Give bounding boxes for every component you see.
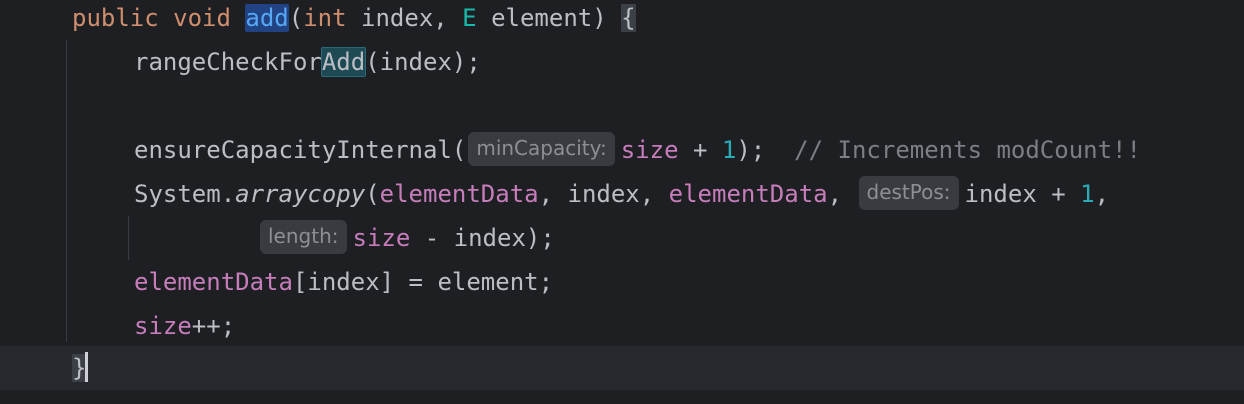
paren-open: (: [288, 4, 304, 32]
field-element-data: elementData: [379, 180, 539, 208]
param-element: element): [476, 4, 622, 32]
code-line-8[interactable]: size++;: [0, 304, 1244, 348]
param-hint-min-capacity: minCapacity:: [468, 132, 615, 166]
method-arraycopy: arraycopy: [235, 180, 366, 208]
arg-trailing-comma: ,: [1094, 180, 1110, 208]
assignment-rest: [index] = element;: [292, 268, 554, 296]
code-line-6[interactable]: length: size - index);: [0, 216, 1244, 260]
field-element-data-2: elementData: [668, 180, 828, 208]
number-literal: 1: [1080, 180, 1095, 208]
code-line-7[interactable]: elementData[index] = element;: [0, 260, 1244, 304]
field-size: size: [352, 224, 411, 252]
text-caret: [85, 352, 89, 382]
increment-op: ++;: [191, 312, 236, 340]
keyword-int: int: [303, 4, 347, 32]
code-line-4[interactable]: ensureCapacityInternal(minCapacity: size …: [0, 128, 1244, 172]
call-close: );: [736, 136, 766, 164]
method-name-add[interactable]: add: [245, 4, 289, 32]
field-size: size: [134, 312, 192, 340]
param-hint-dest-pos: destPos:: [858, 176, 959, 210]
code-line-9-current[interactable]: }: [0, 346, 1244, 390]
arg-minus-index: - index);: [410, 224, 555, 252]
arraycopy-continuation: length: size - index);: [258, 216, 555, 260]
brace-open: {: [621, 4, 636, 32]
comment-increments: // Increments modCount!!: [794, 136, 1141, 164]
field-size: size: [620, 136, 679, 164]
field-element-data: elementData: [134, 268, 293, 296]
code-line-3[interactable]: [0, 84, 1244, 128]
call-ensure-capacity: ensureCapacityInternal(: [134, 136, 467, 164]
arraycopy-call: System.arraycopy(elementData, index, ele…: [134, 172, 1109, 216]
operator-plus: +: [678, 136, 722, 164]
type-param-e: E: [462, 4, 477, 32]
range-check-call: rangeCheckForAdd(index);: [134, 40, 481, 84]
param-index: index,: [346, 4, 463, 32]
code-editor[interactable]: public void add(int index, E element) { …: [0, 0, 1244, 404]
code-line-1[interactable]: public void add(int index, E element) {: [0, 0, 1244, 40]
closing-brace-line: }: [72, 346, 89, 390]
arg-comma: ,: [827, 180, 843, 208]
keyword-void: void: [173, 4, 231, 32]
element-assignment: elementData[index] = element;: [134, 260, 553, 304]
param-hint-length: length:: [260, 220, 347, 254]
arg-index: , index,: [538, 180, 669, 208]
call-prefix: rangeCheckFor: [134, 48, 322, 76]
paren-open: (: [365, 180, 380, 208]
arg-index-plus: index +: [964, 180, 1081, 208]
usage-highlight-add[interactable]: Add: [320, 47, 367, 77]
ensure-capacity-call: ensureCapacityInternal(minCapacity: size …: [134, 128, 1141, 172]
call-args: (index);: [365, 48, 481, 76]
method-signature: public void add(int index, E element) {: [72, 0, 636, 40]
size-increment: size++;: [134, 304, 235, 348]
keyword-public: public: [72, 4, 159, 32]
number-literal: 1: [721, 136, 737, 164]
code-line-5[interactable]: System.arraycopy(elementData, index, ele…: [0, 172, 1244, 216]
brace-close: }: [72, 354, 87, 382]
class-system: System.: [134, 180, 236, 208]
code-line-2[interactable]: rangeCheckForAdd(index);: [0, 40, 1244, 84]
